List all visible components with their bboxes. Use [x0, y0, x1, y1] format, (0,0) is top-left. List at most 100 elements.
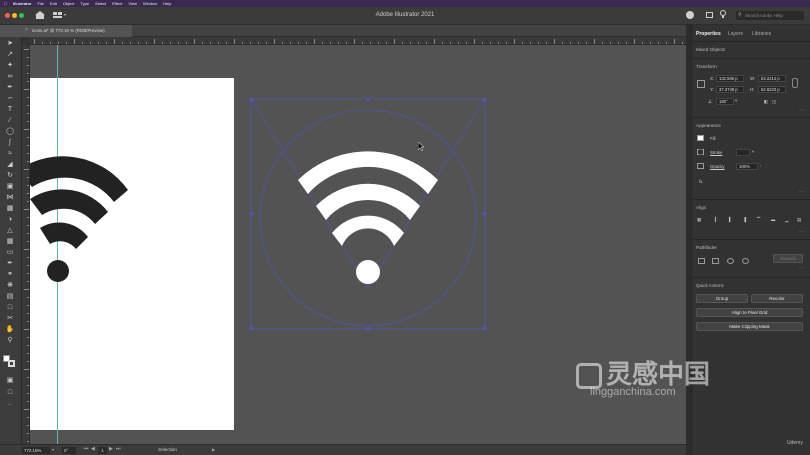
- ruler-origin[interactable]: [22, 37, 30, 45]
- document-tab[interactable]: × icons.ai* @ 772.16 % (RGB/Preview): [22, 25, 132, 37]
- x-field[interactable]: 132.505 p: [716, 75, 744, 82]
- more-tools-icon[interactable]: ⋯: [5, 401, 15, 409]
- free-transform-tool-icon[interactable]: ▦: [5, 205, 15, 213]
- menu-edit[interactable]: Edit: [50, 1, 57, 6]
- opacity-dropdown-icon[interactable]: ›: [760, 163, 761, 168]
- fx-button[interactable]: fx.: [699, 179, 704, 184]
- menu-window[interactable]: Window: [143, 1, 157, 6]
- pathfinder-unite-icon[interactable]: [698, 258, 705, 264]
- recolor-button[interactable]: Recolor: [751, 294, 803, 303]
- avatar[interactable]: [686, 11, 694, 19]
- hand-tool-icon[interactable]: ✋: [5, 326, 15, 334]
- shaper-tool-icon[interactable]: ≈: [5, 150, 15, 158]
- direct-selection-tool-icon[interactable]: ↗: [5, 51, 15, 59]
- type-tool-icon[interactable]: T: [5, 106, 15, 114]
- previous-artboard-icon[interactable]: ◀: [91, 446, 95, 452]
- next-artboard-icon[interactable]: ▶: [109, 446, 113, 452]
- rotation-field[interactable]: 0°: [62, 447, 76, 454]
- tab-libraries[interactable]: Libraries: [752, 31, 771, 37]
- tab-layers[interactable]: Layers: [728, 31, 743, 37]
- magic-wand-tool-icon[interactable]: ✦: [5, 62, 15, 70]
- selection-tool-icon[interactable]: ➤: [5, 40, 15, 48]
- stroke-label[interactable]: Stroke: [710, 150, 722, 155]
- distribute-icon[interactable]: ▤: [797, 217, 801, 223]
- w-field[interactable]: 63.2214 p: [758, 75, 786, 82]
- mesh-tool-icon[interactable]: ▦: [5, 238, 15, 246]
- stroke-swatch-panel[interactable]: [697, 149, 704, 155]
- pathfinder-more-options[interactable]: ⋯: [799, 265, 805, 271]
- gradient-tool-icon[interactable]: ▭: [5, 249, 15, 257]
- menu-app-name[interactable]: Illustrator: [13, 1, 31, 6]
- eraser-tool-icon[interactable]: ◢: [5, 161, 15, 169]
- artboard-number-field[interactable]: 1: [98, 447, 107, 454]
- group-button[interactable]: Group: [696, 294, 748, 303]
- close-tab-icon[interactable]: ×: [25, 27, 28, 33]
- selection-bounding-box[interactable]: [250, 98, 486, 330]
- curvature-tool-icon[interactable]: ∽: [5, 95, 15, 103]
- align-right-icon[interactable]: ▐: [743, 217, 746, 222]
- align-vertical-center-icon[interactable]: ▬: [771, 217, 775, 222]
- screen-mode-icon[interactable]: □: [5, 389, 15, 397]
- column-graph-tool-icon[interactable]: ▤: [5, 293, 15, 301]
- y-field[interactable]: 37.2748 p: [716, 86, 744, 93]
- slice-tool-icon[interactable]: ✂: [5, 315, 15, 323]
- menu-effect[interactable]: Effect: [112, 1, 122, 6]
- stroke-dropdown-icon[interactable]: ▾: [752, 149, 754, 155]
- menu-file[interactable]: File: [37, 1, 43, 6]
- stroke-weight-field[interactable]: [736, 149, 750, 156]
- arrange-documents-icon[interactable]: [706, 12, 713, 18]
- align-left-icon[interactable]: ▎: [715, 217, 718, 223]
- flip-vertical-icon[interactable]: ◫: [772, 99, 776, 105]
- eyedropper-tool-icon[interactable]: ✒: [5, 260, 15, 268]
- ellipse-tool-icon[interactable]: ◯: [5, 128, 15, 136]
- wifi-icon-dark[interactable]: [30, 145, 140, 285]
- lasso-tool-icon[interactable]: ∞: [5, 73, 15, 81]
- h-field[interactable]: 62.6223 p: [758, 86, 786, 93]
- stroke-swatch[interactable]: [8, 360, 15, 367]
- pen-tool-icon[interactable]: ✒: [5, 84, 15, 92]
- apple-icon[interactable]: : [4, 1, 7, 6]
- opacity-label[interactable]: Opacity: [710, 164, 725, 169]
- zoom-level-field[interactable]: 772.16%: [22, 447, 50, 454]
- menu-select[interactable]: Select: [95, 1, 106, 6]
- tab-properties[interactable]: Properties: [696, 31, 721, 37]
- vertical-ruler[interactable]: [22, 45, 30, 444]
- make-clipping-mask-button[interactable]: Make Clipping Mask: [696, 322, 803, 331]
- wifi-dot[interactable]: [356, 260, 380, 284]
- constrain-proportions-icon[interactable]: [792, 78, 798, 88]
- last-artboard-icon[interactable]: ⏭: [116, 446, 121, 452]
- align-horizontal-center-icon[interactable]: ▍: [729, 217, 732, 223]
- flip-horizontal-icon[interactable]: ◧: [764, 99, 768, 105]
- rotate-tool-icon[interactable]: ↻: [5, 172, 15, 180]
- align-to-pixel-grid-button[interactable]: Align to Pixel Grid: [696, 308, 803, 317]
- blend-tool-icon[interactable]: ⚭: [5, 271, 15, 279]
- help-search-box[interactable]: ⚲ Search Adobe Help: [736, 11, 804, 20]
- draw-mode-icon[interactable]: ▣: [5, 377, 15, 385]
- appearance-more-options[interactable]: ⋯: [799, 189, 805, 195]
- width-tool-icon[interactable]: ⋈: [5, 194, 15, 202]
- menu-help[interactable]: Help: [163, 1, 171, 6]
- horizontal-ruler[interactable]: [22, 37, 686, 45]
- status-menu-icon[interactable]: ▶: [212, 447, 215, 452]
- symbol-sprayer-tool-icon[interactable]: ❋: [5, 282, 15, 290]
- pathfinder-exclude-icon[interactable]: [742, 258, 749, 264]
- zoom-tool-icon[interactable]: ⚲: [5, 337, 15, 345]
- rotate-dropdown-icon[interactable]: ▾: [735, 98, 737, 104]
- artboard-tool-icon[interactable]: □: [5, 304, 15, 312]
- lightbulb-icon[interactable]: [720, 10, 726, 19]
- fill-swatch-panel[interactable]: [697, 135, 704, 141]
- align-bottom-icon[interactable]: ▁: [785, 217, 788, 223]
- pathfinder-intersect-icon[interactable]: [727, 258, 734, 264]
- opacity-field[interactable]: 100%: [736, 163, 758, 170]
- perspective-grid-tool-icon[interactable]: △: [5, 227, 15, 235]
- paintbrush-tool-icon[interactable]: ∫: [5, 139, 15, 147]
- align-top-icon[interactable]: ▔: [757, 217, 760, 223]
- zoom-dropdown-icon[interactable]: ▾: [52, 447, 54, 452]
- shape-builder-tool-icon[interactable]: ◑: [5, 216, 15, 224]
- menu-type[interactable]: Type: [80, 1, 89, 6]
- reference-point-icon[interactable]: [697, 80, 705, 88]
- rotate-field[interactable]: 180°: [716, 98, 734, 105]
- wifi-arc-inner[interactable]: [332, 215, 404, 246]
- transform-more-options[interactable]: ⋯: [799, 107, 805, 113]
- align-to-icon[interactable]: ▦: [697, 217, 701, 223]
